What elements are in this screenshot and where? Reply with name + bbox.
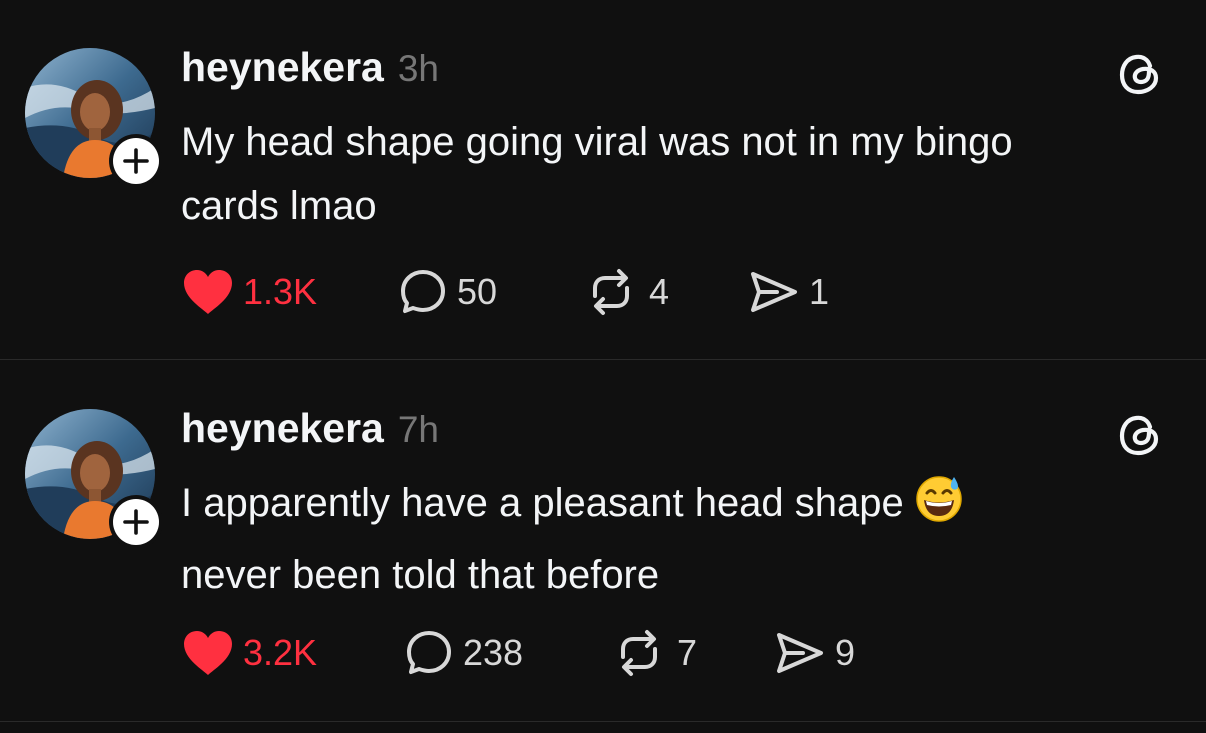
like-button[interactable]: 1.3K <box>181 262 317 322</box>
post-actions: 3.2K 238 7 9 <box>181 623 1181 683</box>
like-count: 1.3K <box>243 271 318 312</box>
share-count: 1 <box>809 271 830 312</box>
repost-count: 7 <box>677 632 698 673</box>
post-text: I apparently have a pleasant head shape … <box>181 471 1171 607</box>
timestamp: 7h <box>397 409 440 450</box>
repost-icon <box>621 630 657 676</box>
post-text-line: I apparently have a pleasant head shape <box>181 471 1171 543</box>
repost-icon <box>593 269 629 315</box>
username[interactable]: heynekera <box>181 44 384 91</box>
post-text-line: My head shape going viral was not in my … <box>181 120 1013 164</box>
heart-icon <box>184 631 232 675</box>
grinning-face-with-sweat-icon <box>914 474 964 543</box>
comment-bubble-icon <box>407 631 451 674</box>
comment-button[interactable]: 50 <box>397 262 497 322</box>
repost-count: 4 <box>649 271 670 312</box>
post-text-line: cards lmao <box>181 184 377 228</box>
repost-button[interactable]: 4 <box>581 262 669 322</box>
post-header: heynekera 3h <box>181 44 439 94</box>
like-count: 3.2K <box>243 632 318 673</box>
comment-bubble-icon <box>401 270 445 313</box>
divider <box>0 359 1206 360</box>
repost-button[interactable]: 7 <box>609 623 697 683</box>
share-count: 9 <box>835 632 856 673</box>
post[interactable]: heynekera 7h I apparently have a pleasan… <box>0 361 1206 722</box>
threads-logo-icon[interactable] <box>1115 409 1167 461</box>
comment-count: 50 <box>457 271 498 312</box>
plus-icon <box>123 509 149 535</box>
heart-icon <box>184 270 232 314</box>
divider <box>0 721 1206 722</box>
share-button[interactable]: 1 <box>747 262 829 322</box>
post[interactable]: heynekera 3h My head shape going viral w… <box>0 0 1206 361</box>
like-button[interactable]: 3.2K <box>181 623 317 683</box>
comment-button[interactable]: 238 <box>403 623 523 683</box>
threads-logo-icon[interactable] <box>1115 48 1167 100</box>
comment-count: 238 <box>463 632 524 673</box>
threads-feed: heynekera 3h My head shape going viral w… <box>0 0 1206 733</box>
post-header: heynekera 7h <box>181 405 439 455</box>
post-text-line-content: I apparently have a pleasant head shape <box>181 481 904 525</box>
post-actions: 1.3K 50 4 1 <box>181 262 1181 322</box>
follow-button[interactable] <box>109 134 163 188</box>
username[interactable]: heynekera <box>181 405 384 452</box>
plus-icon <box>123 148 149 174</box>
follow-button[interactable] <box>109 495 163 549</box>
timestamp: 3h <box>397 48 440 89</box>
post-text: My head shape going viral was not in my … <box>181 110 1171 238</box>
share-button[interactable]: 9 <box>773 623 855 683</box>
post-text-line: never been told that before <box>181 553 660 597</box>
share-send-icon <box>751 272 797 312</box>
share-send-icon <box>777 633 823 673</box>
